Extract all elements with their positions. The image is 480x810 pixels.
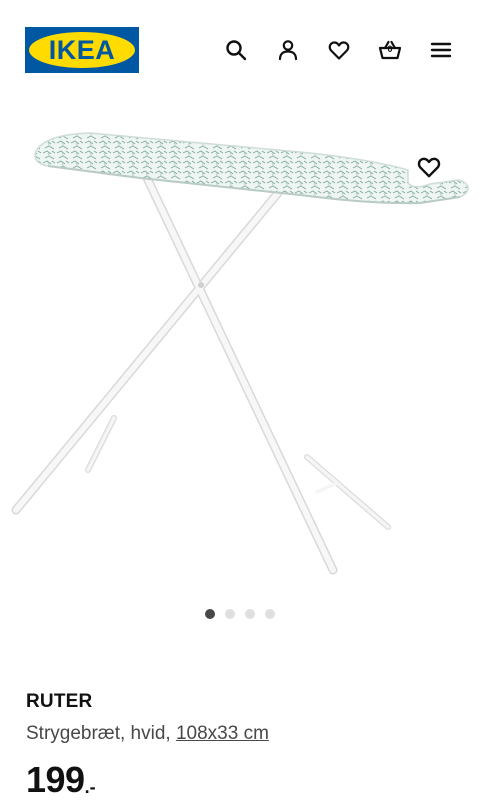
header: IKEA 0 [0,0,480,100]
product-image[interactable] [0,100,480,590]
price-suffix: .- [84,777,96,797]
basket-icon[interactable]: 0 [376,36,404,64]
logo-text: IKEA [49,35,116,65]
favourites-heart-icon[interactable] [325,36,353,64]
heart-icon [417,157,441,178]
product-size-link[interactable]: 108x33 cm [176,723,269,744]
gallery-dot[interactable] [225,609,235,619]
add-to-favourites-button[interactable] [408,146,450,188]
menu-icon[interactable] [427,36,455,64]
product-name: RUTER [26,691,93,712]
gallery-pagination [0,609,480,619]
gallery-dot[interactable] [265,609,275,619]
basket-count: 0 [387,44,393,54]
gallery-dot[interactable] [245,609,255,619]
product-info: RUTER Strygebræt, hvid, 108x33 cm 199 .- [26,690,466,800]
user-icon[interactable] [274,36,302,64]
product-gallery[interactable] [0,100,480,620]
search-icon[interactable] [222,36,250,64]
ikea-logo[interactable]: IKEA [25,27,139,73]
product-description-text: Strygebræt, hvid, [26,723,176,744]
product-description: Strygebræt, hvid, 108x33 cm [26,720,466,748]
gallery-dot[interactable] [205,609,215,619]
price-integer: 199 [26,759,85,800]
product-price: 199 .- [26,760,466,800]
